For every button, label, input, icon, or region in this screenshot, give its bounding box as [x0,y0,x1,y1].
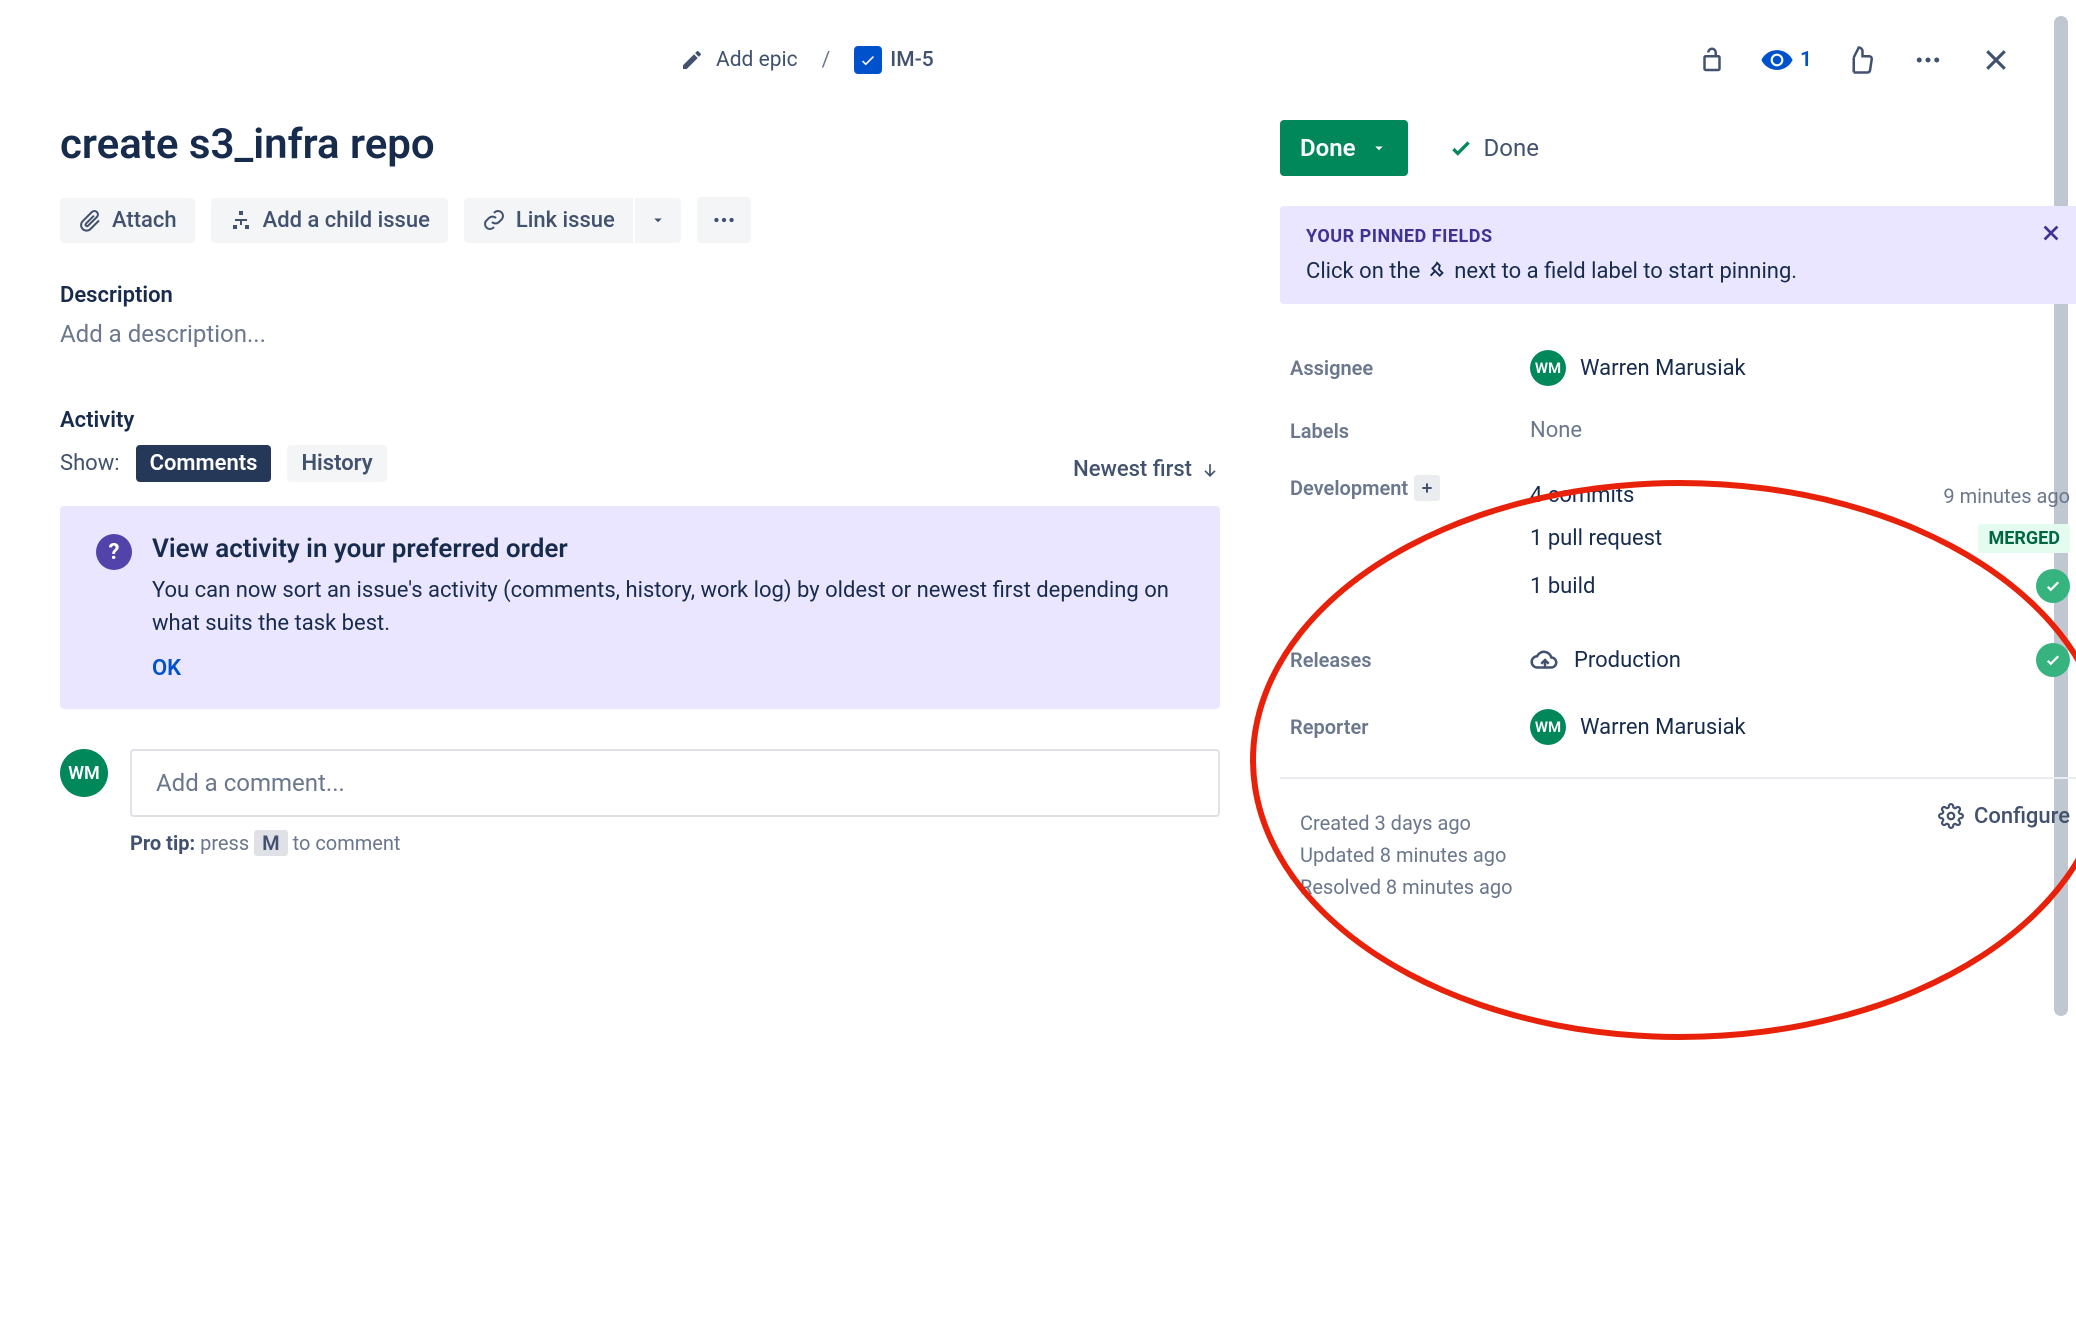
dev-builds[interactable]: 1 build [1530,574,1595,599]
resolution-display: Done [1448,134,1539,162]
releases-label: Releases [1290,648,1530,672]
link-issue-label: Link issue [516,208,615,233]
pinned-body-before: Click on the [1306,259,1420,284]
dev-pull-requests[interactable]: 1 pull request [1530,526,1662,551]
resolved-timestamp: Resolved 8 minutes ago [1300,875,1513,899]
assignee-value[interactable]: WM Warren Marusiak [1530,350,2070,386]
activity-label: Activity [60,408,1220,433]
edit-icon [680,48,704,72]
issue-timestamps: Created 3 days ago Updated 8 minutes ago… [1290,803,1523,915]
dev-commits-age: 9 minutes ago [1943,484,2070,508]
release-success-icon [2036,643,2070,677]
banner-ok-button[interactable]: OK [152,656,1184,681]
current-user-avatar: WM [60,749,108,797]
add-child-label: Add a child issue [263,208,430,233]
banner-body: You can now sort an issue's activity (co… [152,574,1184,640]
more-tools-button[interactable] [697,197,751,243]
add-child-issue-button[interactable]: Add a child issue [211,198,448,243]
description-placeholder[interactable]: Add a description... [60,320,1220,348]
comment-input[interactable]: Add a comment... [130,749,1220,817]
info-icon: ? [96,534,132,570]
issue-key-link[interactable]: IM-5 [854,46,933,74]
tab-comments[interactable]: Comments [136,445,272,482]
link-issue-dropdown[interactable] [633,198,681,243]
resolution-label: Done [1484,134,1539,162]
pinned-title: YOUR PINNED FIELDS [1306,226,2054,247]
pin-icon [1426,261,1448,283]
pinned-close-button[interactable] [2040,222,2062,250]
more-actions-icon[interactable] [1908,40,1948,80]
created-timestamp: Created 3 days ago [1300,811,1513,835]
pr-status-badge: MERGED [1978,524,2070,553]
cloud-upload-icon [1530,645,1560,675]
issue-key-text: IM-5 [890,48,933,72]
reporter-value[interactable]: WM Warren Marusiak [1530,709,2070,745]
pinned-fields-banner: YOUR PINNED FIELDS Click on the next to … [1280,206,2076,304]
development-add-button[interactable] [1414,475,1440,501]
attach-label: Attach [112,208,177,233]
activity-order-banner: ? View activity in your preferred order … [60,506,1220,709]
tab-history[interactable]: History [287,445,386,482]
sort-toggle[interactable]: Newest first [1073,457,1220,482]
close-icon[interactable] [1976,40,2016,80]
updated-timestamp: Updated 8 minutes ago [1300,843,1513,867]
reporter-name: Warren Marusiak [1580,715,1746,740]
issue-title[interactable]: create s3_infra repo [60,120,1220,169]
attach-button[interactable]: Attach [60,198,195,243]
reporter-avatar: WM [1530,709,1566,745]
releases-text: Production [1574,648,1681,673]
assignee-name: Warren Marusiak [1580,356,1746,381]
configure-button[interactable]: Configure [1938,803,2070,829]
build-success-icon [2036,569,2070,603]
releases-value[interactable]: Production [1530,645,1681,675]
pinned-body-after: next to a field label to start pinning. [1454,259,1797,284]
labels-value[interactable]: None [1530,418,2070,443]
watch-count: 1 [1800,48,1812,72]
lock-icon[interactable] [1692,40,1732,80]
link-issue-button[interactable]: Link issue [464,198,633,243]
gear-icon [1938,803,1964,829]
status-dropdown[interactable]: Done [1280,120,1408,176]
development-label: Development [1290,475,1530,501]
watchers-button[interactable]: 1 [1760,43,1812,77]
labels-label: Labels [1290,419,1530,443]
divider [1280,777,2076,779]
activity-show-label: Show: [60,451,120,476]
like-icon[interactable] [1840,40,1880,80]
configure-label: Configure [1974,804,2070,829]
comment-protip: Pro tip: press M to comment [130,831,1220,855]
breadcrumb-separator: / [822,48,831,72]
issue-type-icon [854,46,882,74]
breadcrumb: Add epic / IM-5 1 [60,40,2016,120]
status-label: Done [1300,134,1356,162]
add-epic-link[interactable]: Add epic [716,48,798,72]
sort-label: Newest first [1073,457,1192,482]
dev-commits[interactable]: 4 commits [1530,483,1634,508]
description-label: Description [60,283,1220,308]
assignee-avatar: WM [1530,350,1566,386]
assignee-label: Assignee [1290,356,1530,380]
banner-title: View activity in your preferred order [152,534,1184,564]
reporter-label: Reporter [1290,715,1530,739]
